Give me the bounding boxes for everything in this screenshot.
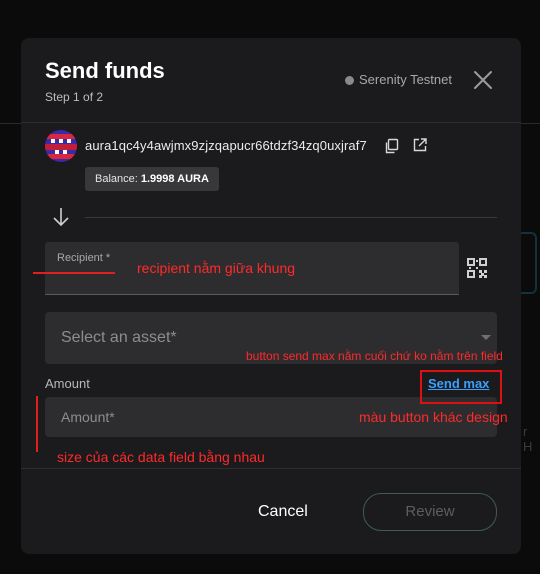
annotation-send-max-box xyxy=(420,370,502,404)
asset-placeholder: Select an asset* xyxy=(61,329,177,346)
footer-divider xyxy=(21,468,521,469)
annotation-size-line xyxy=(36,396,38,452)
balance-value: 1.9998 AURA xyxy=(140,173,209,185)
arrow-down-icon xyxy=(53,208,69,227)
step-indicator: Step 1 of 2 xyxy=(45,90,104,104)
annotation-color-note: màu button khác design xyxy=(359,409,508,425)
annotation-recipient-line xyxy=(33,272,115,274)
close-icon[interactable] xyxy=(471,68,495,92)
amount-label: Amount xyxy=(45,376,90,391)
annotation-recipient-note: recipient nằm giữa khung xyxy=(137,260,296,276)
amount-placeholder: Amount* xyxy=(61,409,115,425)
wallet-address: aura1qc4y4awjmx9zjzqapucr66tdzf34zq0uxjr… xyxy=(85,138,367,153)
backdrop-divider-right xyxy=(521,123,540,124)
transfer-divider xyxy=(85,217,497,218)
network-status-dot xyxy=(345,76,354,85)
backdrop-text: r H xyxy=(523,424,533,454)
copy-icon[interactable] xyxy=(384,138,400,154)
qr-code-icon[interactable] xyxy=(466,257,488,279)
backdrop-divider-left xyxy=(0,123,22,124)
annotation-send-max-note: button send max nằm cuối chứ ko nằm trên… xyxy=(246,349,503,363)
header-divider xyxy=(21,122,521,123)
network-name: Serenity Testnet xyxy=(359,72,452,87)
recipient-label: Recipient * xyxy=(57,252,111,264)
balance-prefix: Balance: xyxy=(95,173,141,185)
annotation-size-note: size của các data field bằng nhau xyxy=(57,449,265,465)
external-link-icon[interactable] xyxy=(412,137,428,153)
modal-title: Send funds xyxy=(45,58,165,83)
balance-badge: Balance: 1.9998 AURA xyxy=(85,167,219,191)
cancel-button[interactable]: Cancel xyxy=(258,503,308,521)
chevron-down-icon xyxy=(481,335,491,340)
review-button[interactable]: Review xyxy=(363,493,497,531)
avatar xyxy=(45,130,77,162)
send-funds-modal: Send funds Step 1 of 2 Serenity Testnet … xyxy=(21,38,521,554)
